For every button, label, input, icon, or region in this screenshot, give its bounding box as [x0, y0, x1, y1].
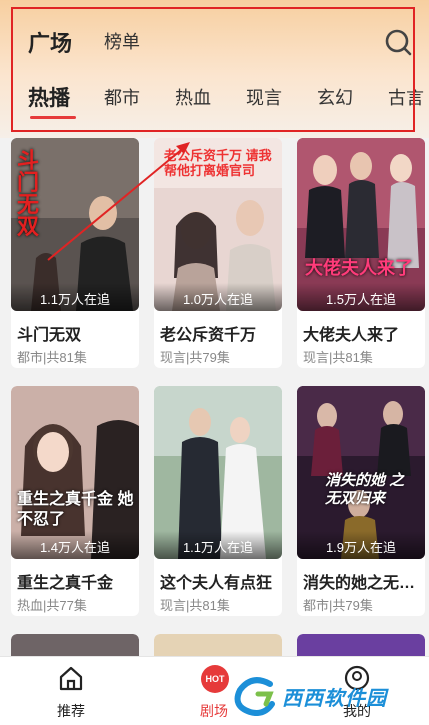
poster: 1.1万人在追: [154, 386, 282, 559]
viewer-count: 1.4万人在追: [11, 531, 139, 559]
viewer-count: 1.5万人在追: [297, 283, 425, 311]
poster: 斗门无双 1.1万人在追: [11, 138, 139, 311]
drama-meta: 现言|共81集: [303, 350, 373, 365]
poster-title: 消失的她 之无双归来: [325, 472, 405, 507]
drama-meta: 都市|共81集: [17, 350, 87, 365]
drama-title: 消失的她之无双归来: [303, 575, 423, 592]
drama-title: 斗门无双: [17, 327, 82, 344]
poster: [11, 634, 139, 656]
poster: 大佬夫人来了 1.5万人在追: [297, 138, 425, 311]
drama-card[interactable]: 1.1万人在追 这个夫人有点狂 现言|共81集: [154, 386, 282, 616]
drama-card[interactable]: 消失的她 之无双归来 1.9万人在追 消失的她之无双归来 都市|共79集: [297, 386, 425, 616]
drama-meta: 都市|共79集: [303, 598, 373, 613]
viewer-count: 1.1万人在追: [11, 283, 139, 311]
drama-title: 这个夫人有点狂: [160, 575, 273, 592]
viewer-count: 1.0万人在追: [154, 283, 282, 311]
viewer-count: 1.1万人在追: [154, 531, 282, 559]
drama-card-partial[interactable]: [11, 634, 139, 656]
drama-meta: 热血|共77集: [17, 598, 87, 613]
drama-title: 老公斥资千万: [160, 327, 257, 344]
drama-meta: 现言|共81集: [160, 598, 230, 613]
nav-recommend[interactable]: 推荐: [21, 657, 121, 725]
poster: 消失的她 之无双归来 1.9万人在追: [297, 386, 425, 559]
drama-meta: 现言|共79集: [160, 350, 230, 365]
watermark-text: 西西软件园: [282, 688, 387, 710]
house-icon: [59, 666, 83, 691]
hot-badge-icon: HOT: [201, 665, 229, 693]
drama-card-partial[interactable]: [154, 634, 282, 656]
poster-title: 重生之真千金 她不忍了: [17, 491, 134, 528]
poster-title: 老公斥资千万 请我帮他打离婚官司: [164, 148, 272, 178]
poster: [297, 634, 425, 656]
drama-title: 大佬夫人来了: [303, 327, 400, 344]
poster-title: 斗门无双: [17, 148, 40, 239]
highlight-box: [11, 7, 415, 132]
drama-card[interactable]: 斗门无双 1.1万人在追 斗门无双 都市|共81集: [11, 138, 139, 368]
header: 广场 榜单 热播 都市 热血 现言 玄幻 古言: [0, 0, 429, 138]
watermark: 西西软件园: [232, 676, 412, 716]
drama-card[interactable]: 重生之真千金 她不忍了 1.4万人在追 重生之真千金 热血|共77集: [11, 386, 139, 616]
drama-card[interactable]: 大佬夫人来了 1.5万人在追 大佬夫人来了 现言|共81集: [297, 138, 425, 368]
poster: [154, 634, 282, 656]
drama-title: 重生之真千金: [17, 575, 114, 592]
viewer-count: 1.9万人在追: [297, 531, 425, 559]
poster: 老公斥资千万 请我帮他打离婚官司 1.0万人在追: [154, 138, 282, 311]
drama-card-partial[interactable]: [297, 634, 425, 656]
poster: 重生之真千金 她不忍了 1.4万人在追: [11, 386, 139, 559]
drama-card[interactable]: 老公斥资千万 请我帮他打离婚官司 1.0万人在追 老公斥资千万 现言|共79集: [154, 138, 282, 368]
poster-title: 大佬夫人来了: [305, 258, 413, 278]
nav-label: 推荐: [57, 703, 85, 719]
drama-grid: 斗门无双 1.1万人在追 斗门无双 都市|共81集 老公斥资千万 请我帮他打离婚…: [0, 138, 429, 656]
watermark-logo-icon: [234, 677, 275, 716]
